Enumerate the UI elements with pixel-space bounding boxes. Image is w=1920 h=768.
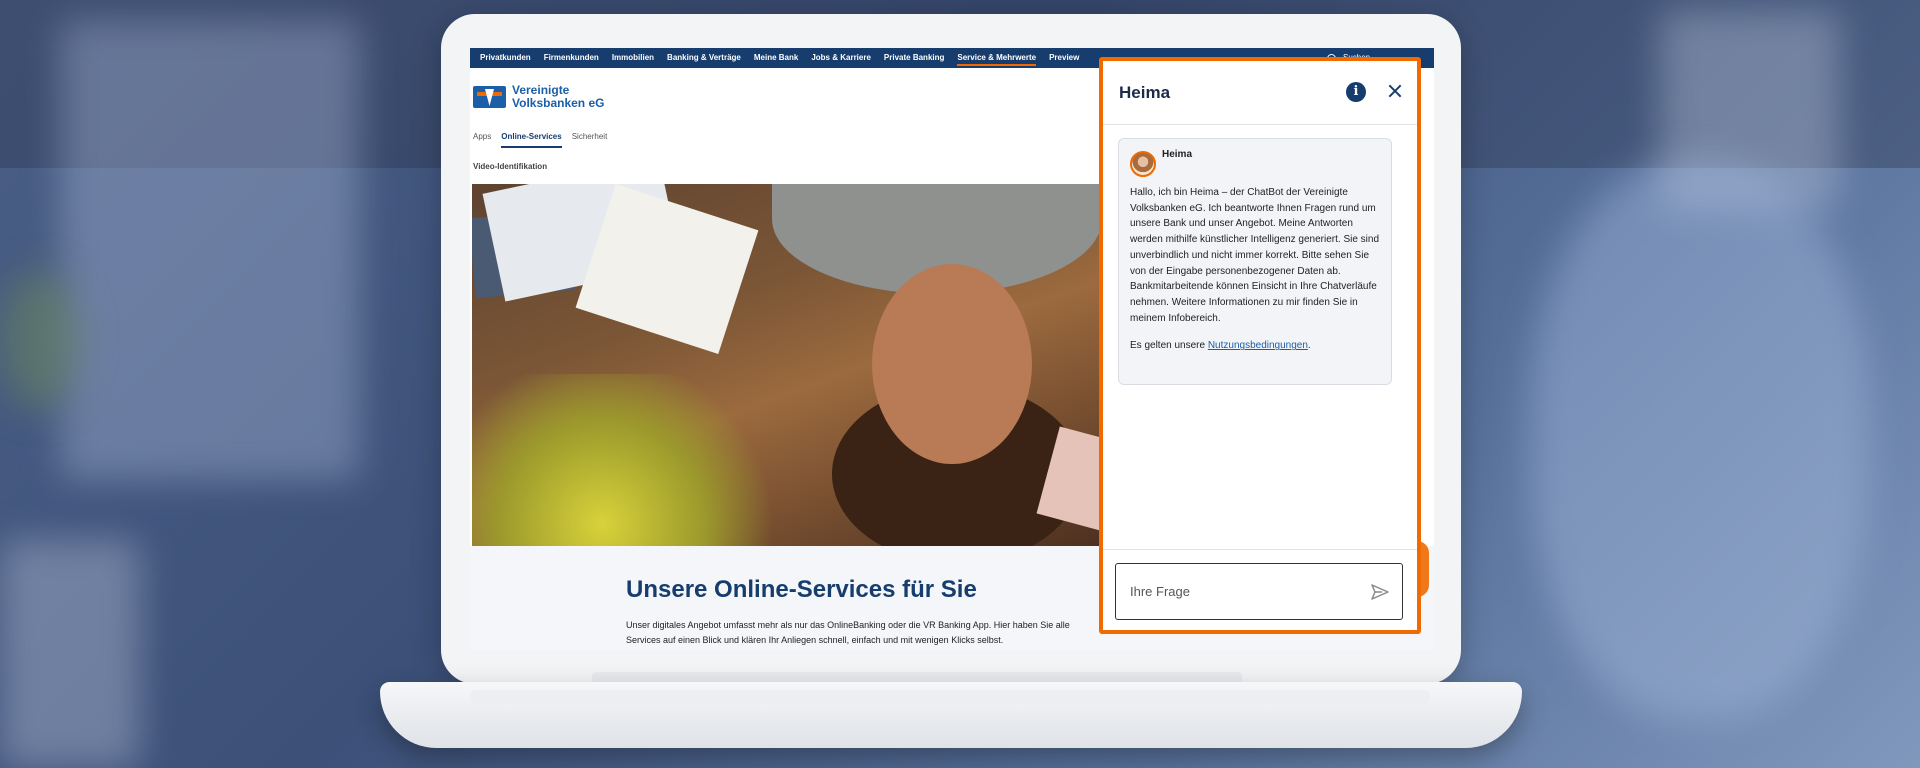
background-window [60,20,360,480]
subnav-sicherheit[interactable]: Sicherheit [572,132,608,148]
chat-header: Heima i [1103,61,1417,125]
info-icon[interactable]: i [1346,82,1366,102]
terms-link[interactable]: Nutzungsbedingungen [1208,340,1308,351]
message-header: Heima [1130,149,1380,177]
message-sender: Heima [1162,149,1193,160]
chat-launcher-edge [1417,541,1429,597]
nav-privatkunden[interactable]: Privatkunden [480,48,531,68]
volksbank-logo-icon [473,86,506,108]
close-icon[interactable] [1385,81,1405,101]
chat-title: Heima [1119,82,1171,102]
chat-input-container[interactable] [1115,563,1403,620]
logo-line-2: Volksbanken eG [512,96,605,110]
sub-navigation: Apps Online-Services Sicherheit [473,132,617,148]
background-person [1530,160,1870,720]
chat-footer [1103,549,1417,630]
page-intro-text: Unser digitales Angebot umfasst mehr als… [626,620,1070,645]
nav-private-banking[interactable]: Private Banking [884,48,944,68]
logo-text: Vereinigte Volksbanken eG [512,84,604,110]
chatbot-panel: Heima i Heima Hallo, ich bin Heima – der… [1099,57,1421,634]
subnav-apps[interactable]: Apps [473,132,491,148]
message-text: Hallo, ich bin Heima – der ChatBot der V… [1130,187,1380,324]
terms-line: Es gelten unsere Nutzungsbedingungen. [1130,340,1380,351]
background-chair [0,540,140,768]
nav-service-mehrwerte[interactable]: Service & Mehrwerte [957,48,1036,68]
nav-meine-bank[interactable]: Meine Bank [754,48,798,68]
nav-immobilien[interactable]: Immobilien [612,48,654,68]
chat-message: Heima Hallo, ich bin Heima – der ChatBot… [1118,138,1392,385]
nav-preview[interactable]: Preview [1049,48,1079,68]
terms-suffix: . [1307,340,1311,352]
send-icon[interactable] [1370,583,1390,601]
bank-logo[interactable]: Vereinigte Volksbanken eG [473,84,604,110]
terms-prefix: Es gelten unsere [1130,340,1208,352]
nav-firmenkunden[interactable]: Firmenkunden [544,48,599,68]
hero-image [472,184,1102,546]
background-plant [0,270,80,410]
laptop-keyboard [470,690,1430,704]
subnav-online-services[interactable]: Online-Services [501,132,562,148]
subnav-video-identifikation[interactable]: Video-Identifikation [473,162,547,171]
nav-jobs-karriere[interactable]: Jobs & Karriere [811,48,871,68]
page-title: Unsere Online-Services für Sie [626,576,977,603]
chat-input[interactable] [1130,584,1350,599]
nav-banking-vertraege[interactable]: Banking & Verträge [667,48,741,68]
avatar [1130,151,1156,177]
